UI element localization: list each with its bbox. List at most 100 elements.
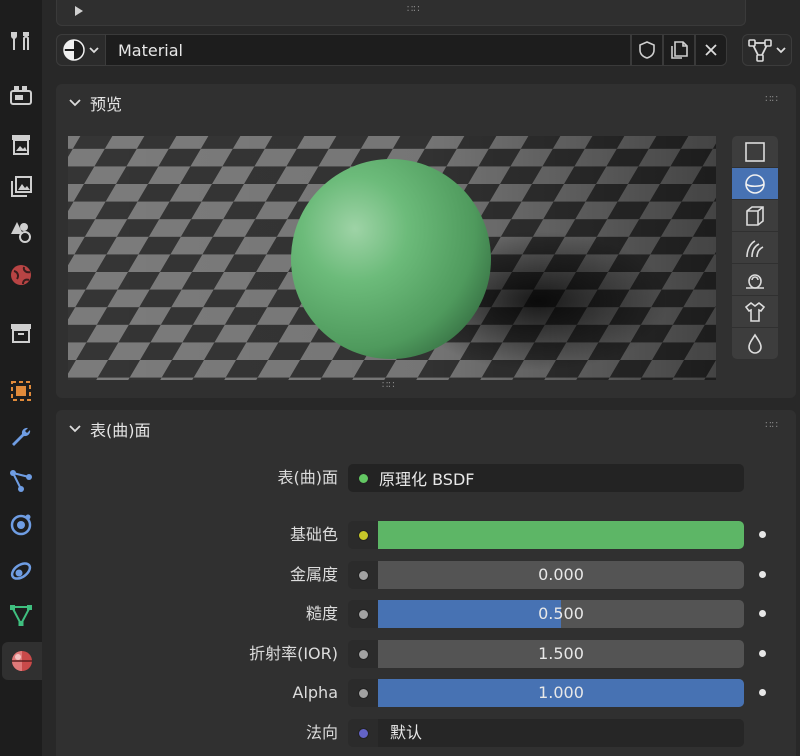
normal-field[interactable]: 默认 (378, 719, 744, 747)
physics-tab[interactable] (2, 506, 40, 544)
close-icon (705, 44, 717, 56)
ior-value: 1.500 (538, 644, 584, 663)
unlink-material-button[interactable] (695, 34, 727, 66)
metallic-field[interactable]: 0.000 (378, 561, 744, 589)
output-icon (12, 135, 30, 155)
particles-icon (10, 470, 32, 492)
chevron-down-icon (776, 47, 786, 54)
keyframe-dot-icon[interactable] (759, 571, 766, 578)
properties-editor: ∷∷ Material 预览 ∷∷ ∷∷ 表(曲)面 ∷∷ 表(曲)面 原理化 … (42, 0, 800, 756)
plane-preview-icon (745, 141, 765, 162)
drag-grip-icon[interactable]: ∷∷ (407, 5, 420, 15)
base-color-field[interactable] (378, 521, 744, 549)
chevron-down-icon (69, 425, 81, 433)
chevron-down-icon (69, 99, 81, 107)
material-selector-row: Material (56, 34, 796, 68)
monkey-preview-icon (746, 273, 764, 289)
duplicate-material-button[interactable] (663, 34, 695, 66)
data-tab[interactable] (2, 596, 40, 634)
roughness-field[interactable]: 0.500 (378, 600, 744, 628)
preview-panel-header[interactable]: 预览 ∷∷ (56, 84, 796, 122)
preview-shape-monkey[interactable] (732, 264, 778, 295)
constraints-tab[interactable] (2, 552, 40, 590)
preview-shape-cube[interactable] (732, 200, 778, 231)
normal-label: 法向 (305, 723, 338, 742)
fluid-preview-icon (748, 333, 762, 354)
modifier-icon (12, 427, 31, 446)
alpha-row: Alpha 1.000 (56, 678, 796, 708)
hair-preview-icon (746, 239, 764, 257)
fake-user-button[interactable] (631, 34, 663, 66)
metallic-socket-button[interactable] (348, 561, 378, 589)
normal-value: 默认 (390, 723, 423, 742)
modifier-tab[interactable] (2, 418, 40, 456)
chevron-down-icon (89, 47, 99, 54)
panel-title: 表(曲)面 (90, 421, 151, 440)
ior-row: 折射率(IOR) 1.500 (56, 639, 796, 669)
preview-shape-hair[interactable] (732, 232, 778, 263)
ior-label: 折射率(IOR) (249, 644, 338, 663)
tool-icon (11, 32, 29, 50)
metallic-label: 金属度 (289, 565, 338, 584)
cube-preview-icon (746, 205, 764, 226)
scene-tab[interactable] (2, 212, 40, 250)
material-name: Material (118, 40, 183, 60)
particles-tab[interactable] (2, 462, 40, 500)
surface-shader-row: 表(曲)面 原理化 BSDF (56, 463, 796, 493)
roughness-row: 糙度 0.500 (56, 599, 796, 629)
metallic-row: 金属度 0.000 (56, 560, 796, 590)
alpha-field[interactable]: 1.000 (378, 679, 744, 707)
drag-grip-icon[interactable]: ∷∷ (765, 421, 778, 431)
ior-socket-button[interactable] (348, 640, 378, 668)
cloth-preview-icon (744, 301, 766, 322)
panel-title: 预览 (90, 95, 123, 114)
preview-shape-selector (732, 136, 778, 360)
preview-shape-sphere[interactable] (732, 168, 778, 199)
preview-shape-cloth[interactable] (732, 296, 778, 327)
collection-icon (11, 324, 31, 343)
top-collapsed-panel[interactable]: ∷∷ (56, 0, 746, 26)
node-tree-button[interactable] (742, 34, 792, 66)
roughness-socket-button[interactable] (348, 600, 378, 628)
socket-icon (357, 687, 369, 699)
view-layer-tab[interactable] (2, 168, 40, 206)
material-sphere (291, 159, 491, 359)
preview-shape-fluid[interactable] (732, 328, 778, 359)
collection-tab[interactable] (2, 314, 40, 352)
keyframe-dot-icon[interactable] (759, 650, 766, 657)
material-tab[interactable] (2, 642, 42, 680)
data-icon (10, 605, 32, 627)
surface-shader-selector[interactable]: 原理化 BSDF (348, 464, 744, 492)
surface-shader-value: 原理化 BSDF (379, 470, 475, 489)
keyframe-dot-icon[interactable] (759, 531, 766, 538)
roughness-label: 糙度 (305, 604, 338, 623)
base-color-socket-button[interactable] (348, 521, 378, 549)
alpha-socket-button[interactable] (348, 679, 378, 707)
browse-material-button[interactable] (56, 34, 106, 66)
object-tab[interactable] (2, 372, 40, 410)
resize-grip-icon[interactable]: ∷∷ (382, 381, 395, 391)
world-tab[interactable] (2, 256, 40, 294)
socket-icon (357, 529, 369, 541)
output-tab[interactable] (2, 126, 40, 164)
preview-shape-plane[interactable] (732, 136, 778, 167)
ior-field[interactable]: 1.500 (378, 640, 744, 668)
socket-icon (357, 608, 369, 620)
drag-grip-icon[interactable]: ∷∷ (765, 95, 778, 105)
alpha-label: Alpha (292, 683, 339, 702)
surface-shader-label: 表(曲)面 (277, 468, 339, 487)
keyframe-dot-icon[interactable] (759, 689, 766, 696)
normal-socket-button[interactable] (348, 719, 378, 747)
expand-arrow-icon[interactable] (75, 6, 83, 16)
shield-icon (639, 41, 655, 59)
surface-panel-header[interactable]: 表(曲)面 ∷∷ (56, 410, 796, 448)
constraints-icon (10, 562, 32, 580)
material-sphere-icon (63, 39, 85, 61)
node-tree-icon (748, 39, 772, 62)
render-tab[interactable] (2, 76, 40, 114)
material-name-field[interactable]: Material (106, 34, 631, 66)
base-color-row: 基础色 (56, 520, 796, 550)
keyframe-dot-icon[interactable] (759, 610, 766, 617)
preview-panel: 预览 ∷∷ ∷∷ (56, 84, 796, 398)
tool-tab[interactable] (2, 22, 40, 60)
